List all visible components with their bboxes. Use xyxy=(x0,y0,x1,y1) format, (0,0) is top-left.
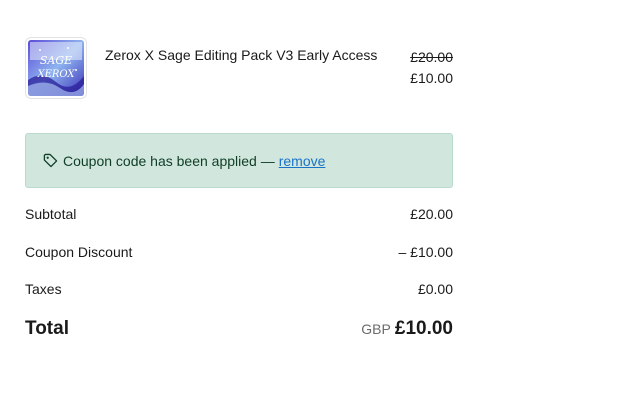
cart-item: SAGE XEROX Zerox X Sage Editing Pack V3 … xyxy=(25,37,453,103)
discount-value: – £10.00 xyxy=(398,244,454,260)
discount-label: Coupon Discount xyxy=(25,244,133,260)
coupon-message: Coupon code has been applied — xyxy=(63,152,275,169)
total-currency: GBP xyxy=(361,321,391,337)
subtotal-label: Subtotal xyxy=(25,206,77,222)
subtotal-value: £20.00 xyxy=(410,206,453,222)
original-price: £20.00 xyxy=(410,49,453,65)
total-label: Total xyxy=(25,318,69,339)
total-row: Total GBP £10.00 xyxy=(25,318,453,340)
taxes-value: £0.00 xyxy=(417,281,453,297)
coupon-discount-row: Coupon Discount – £10.00 xyxy=(25,244,453,260)
tag-icon xyxy=(43,153,58,168)
coupon-applied-alert: Coupon code has been applied — remove xyxy=(25,133,453,188)
subtotal-row: Subtotal £20.00 xyxy=(25,206,453,222)
total-value: £10.00 xyxy=(394,318,453,339)
thumb-text-top: SAGE xyxy=(40,54,72,67)
product-artwork-icon: SAGE XEROX xyxy=(28,40,84,96)
remove-coupon-link[interactable]: remove xyxy=(279,153,326,169)
product-name: Zerox X Sage Editing Pack V3 Early Acces… xyxy=(105,47,378,63)
total-amount: GBP £10.00 xyxy=(361,318,453,340)
taxes-label: Taxes xyxy=(25,281,62,297)
thumb-text-bottom: XEROX xyxy=(36,69,75,80)
product-thumbnail: SAGE XEROX xyxy=(25,37,87,99)
price-column: £20.00 £10.00 xyxy=(410,47,453,89)
discounted-price: £10.00 xyxy=(410,70,453,86)
taxes-row: Taxes £0.00 xyxy=(25,281,453,297)
